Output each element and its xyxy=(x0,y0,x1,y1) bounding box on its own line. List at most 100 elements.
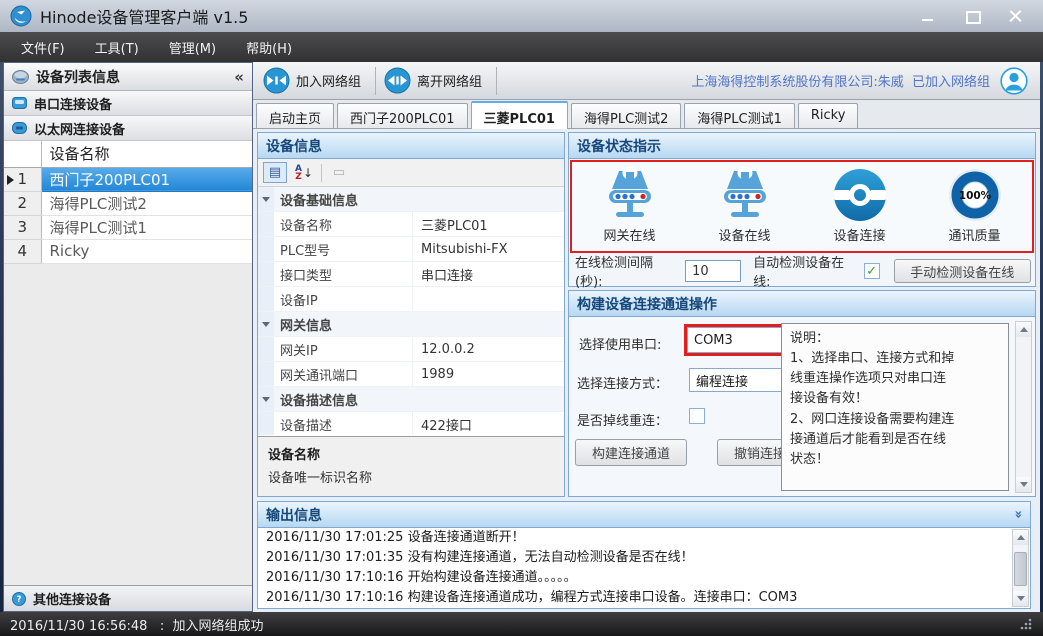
table-row[interactable]: 2 海得PLC测试2 xyxy=(4,191,252,215)
status-bar: 2016/11/30 16:56:48 : 加入网络组成功 xyxy=(0,612,1043,636)
alphabetical-sort-icon[interactable]: AZ↓ xyxy=(292,162,316,183)
description-text: 设备唯一标识名称 xyxy=(268,467,554,486)
device-name-cell[interactable]: 海得PLC测试2 xyxy=(41,191,252,215)
property-row[interactable]: 接口类型 串口连接 xyxy=(258,262,564,287)
leave-network-label: 离开网络组 xyxy=(417,71,482,90)
main-toolbar: 加入网络组 离开网络组 上海海得控制系统股份有限公司:朱威 已加入网络组 xyxy=(253,62,1040,100)
device-table: 设备名称 1 西门子200PLC01 2 海得PLC测试2 3 海得PLC测试1… xyxy=(4,141,252,264)
sidebar-header[interactable]: 设备列表信息 « xyxy=(4,63,252,91)
device-list-icon xyxy=(12,70,29,84)
indicator-label: 设备在线 xyxy=(718,225,770,244)
property-category[interactable]: 设备描述信息 xyxy=(258,387,564,412)
log-line: 2016/11/30 17:01:35 没有构建连接通道，无法自动检测设备是否在… xyxy=(258,548,1030,568)
indicator-label: 网关在线 xyxy=(603,225,655,244)
tab-hite-plc-test1[interactable]: 海得PLC测试1 xyxy=(684,103,794,128)
property-row[interactable]: 网关IP 12.0.0.2 xyxy=(258,337,564,362)
auto-detect-checkbox[interactable]: ✓ xyxy=(864,263,880,279)
table-row[interactable]: 3 海得PLC测试1 xyxy=(4,215,252,239)
property-category[interactable]: 网关信息 xyxy=(258,312,564,337)
row-index-cell: 1 xyxy=(4,167,41,191)
property-category[interactable]: 设备基础信息 xyxy=(258,187,564,212)
minimize-icon[interactable] xyxy=(921,9,935,23)
property-grid: 设备基础信息 设备名称 三菱PLC01 PLC型号 Mitsubishi-FX xyxy=(258,187,564,435)
leave-network-button[interactable]: 离开网络组 xyxy=(382,65,490,96)
tab-mitsubishi-plc01[interactable]: 三菱PLC01 xyxy=(471,101,568,129)
interval-input[interactable] xyxy=(685,260,741,282)
property-row[interactable]: 设备描述 422接口 xyxy=(258,412,564,435)
property-row[interactable]: 设备IP xyxy=(258,287,564,312)
indicator-label: 设备连接 xyxy=(833,225,885,244)
reconnect-checkbox[interactable] xyxy=(689,408,705,424)
window-title: Hinode设备管理客户端 v1.5 xyxy=(40,4,248,28)
menu-help[interactable]: 帮助(H) xyxy=(231,32,307,62)
table-row[interactable]: 4 Ricky xyxy=(4,239,252,263)
maximize-icon[interactable] xyxy=(965,9,979,23)
menu-file[interactable]: 文件(F) xyxy=(6,32,80,62)
gateway-online-icon xyxy=(602,167,658,223)
company-status-text: 上海海得控制系统股份有限公司:朱威 已加入网络组 xyxy=(691,71,990,90)
property-value[interactable]: 12.0.0.2 xyxy=(412,337,564,361)
channel-ops-panel: 构建设备连接通道操作 选择使用串口: COM3 选择连接方式： 编程连接 xyxy=(568,290,1036,497)
device-info-header: 设备信息 xyxy=(258,133,564,159)
log-line: 2016/11/30 17:10:16 开始构建设备连接通道。。。。。 xyxy=(258,568,1030,588)
leave-network-icon xyxy=(384,67,411,94)
device-list-sidebar: 设备列表信息 « 串口连接设备 以太网连接设备 设备名称 1 西门子 xyxy=(3,62,253,612)
scroll-up-icon[interactable] xyxy=(1016,322,1031,337)
join-network-button[interactable]: 加入网络组 xyxy=(261,65,369,96)
sidebar-item-other-devices[interactable]: ? 其他连接设备 xyxy=(4,585,252,611)
manual-detect-button[interactable]: 手动检测设备在线 xyxy=(894,259,1031,283)
output-header: 输出信息 » xyxy=(258,502,1030,528)
device-name-cell[interactable]: Ricky xyxy=(41,239,252,263)
tab-ricky[interactable]: Ricky xyxy=(798,103,859,128)
scroll-down-icon[interactable] xyxy=(1013,591,1028,606)
scroll-up-icon[interactable] xyxy=(1013,530,1028,545)
selected-row-marker-icon xyxy=(7,175,14,185)
property-value[interactable] xyxy=(412,287,564,311)
device-name-cell[interactable]: 西门子200PLC01 xyxy=(41,167,252,191)
collapse-arrow-icon[interactable] xyxy=(262,322,270,327)
menu-tools[interactable]: 工具(T) xyxy=(80,32,154,62)
categorized-view-icon[interactable]: ▤ xyxy=(263,162,287,183)
device-name-header: 设备名称 xyxy=(41,141,252,167)
property-value[interactable]: 三菱PLC01 xyxy=(412,212,564,236)
title-bar: Hinode设备管理客户端 v1.5 xyxy=(0,0,1043,32)
property-row[interactable]: 设备名称 三菱PLC01 xyxy=(258,212,564,237)
tab-home[interactable]: 启动主页 xyxy=(256,103,334,128)
tab-hite-plc-test2[interactable]: 海得PLC测试2 xyxy=(571,103,681,128)
resize-grip-icon[interactable] xyxy=(1019,617,1033,631)
row-index-cell: 4 xyxy=(4,239,41,263)
device-connect-icon xyxy=(832,167,888,223)
output-scrollbar[interactable] xyxy=(1012,529,1029,607)
property-description-pane: 设备名称 设备唯一标识名称 xyxy=(258,436,564,496)
scroll-down-icon[interactable] xyxy=(1016,477,1031,492)
close-icon[interactable] xyxy=(1009,9,1023,23)
property-row[interactable]: 网关通讯端口 1989 xyxy=(258,362,564,387)
device-online-icon xyxy=(717,167,773,223)
scrollbar-thumb[interactable] xyxy=(1014,552,1027,586)
menu-manage[interactable]: 管理(M) xyxy=(154,32,231,62)
property-value[interactable]: 串口连接 xyxy=(412,262,564,286)
property-value[interactable]: 1989 xyxy=(412,362,564,386)
output-collapse-icon[interactable]: » xyxy=(1010,510,1025,518)
sidebar-item-ethernet-devices[interactable]: 以太网连接设备 xyxy=(4,116,252,141)
gateway-online-indicator: 网关在线 xyxy=(572,162,687,251)
note-scrollbar[interactable] xyxy=(1015,321,1032,493)
tab-siemens200plc01[interactable]: 西门子200PLC01 xyxy=(337,103,468,128)
serial-select-label: 选择使用串口: xyxy=(579,334,661,353)
other-device-icon: ? xyxy=(12,592,26,606)
table-row[interactable]: 1 西门子200PLC01 xyxy=(4,167,252,191)
collapse-arrow-icon[interactable] xyxy=(262,197,270,202)
build-channel-button[interactable]: 构建连接通道 xyxy=(575,439,687,466)
property-row[interactable]: PLC型号 Mitsubishi-FX xyxy=(258,237,564,262)
toolbar-separator xyxy=(321,164,322,182)
sidebar-item-serial-devices[interactable]: 串口连接设备 xyxy=(4,91,252,116)
property-value[interactable]: Mitsubishi-FX xyxy=(412,237,564,261)
sidebar-collapse-icon[interactable]: « xyxy=(234,68,244,86)
serial-device-icon xyxy=(12,97,27,109)
device-name-cell[interactable]: 海得PLC测试1 xyxy=(41,215,252,239)
main-area: 加入网络组 离开网络组 上海海得控制系统股份有限公司:朱威 已加入网络组 xyxy=(253,62,1040,612)
collapse-arrow-icon[interactable] xyxy=(262,397,270,402)
sidebar-item-label: 串口连接设备 xyxy=(34,94,112,113)
property-value[interactable]: 422接口 xyxy=(412,412,564,435)
toolbar-separator xyxy=(496,67,497,95)
